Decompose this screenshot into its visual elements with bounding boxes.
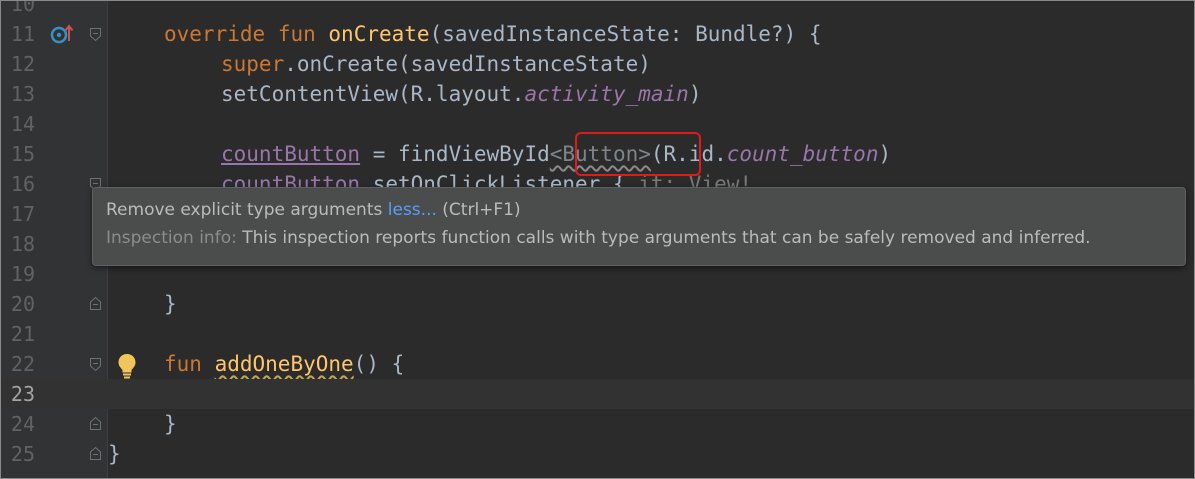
intention-bulb-icon[interactable] xyxy=(117,353,137,383)
line-number: 20 xyxy=(10,292,35,316)
line-number: 23 xyxy=(10,382,35,406)
fold-icon[interactable] xyxy=(90,358,101,371)
code-text: } xyxy=(164,412,177,436)
code-text: setContentView(R.layout.activity_main) xyxy=(221,82,702,106)
code-text: super.onCreate(savedInstanceState) xyxy=(221,52,651,76)
tooltip-info-line: Inspection info: This inspection reports… xyxy=(106,228,1091,248)
line-number: 12 xyxy=(10,52,35,76)
line-number: 25 xyxy=(10,442,35,466)
fold-icon[interactable] xyxy=(90,447,101,460)
code-text: } xyxy=(108,442,121,466)
code-text: countButton = findViewById<Button>(R.id.… xyxy=(221,142,892,166)
fold-icon[interactable] xyxy=(90,297,101,310)
line-number: 18 xyxy=(10,232,35,256)
line-number: 16 xyxy=(10,172,35,196)
code-line[interactable]: 13 setContentView(R.layout.activity_main… xyxy=(1,79,1194,109)
line-number: 14 xyxy=(10,112,35,136)
code-line[interactable]: 22 fun addOneByOne() { xyxy=(1,349,1194,379)
code-line[interactable]: 10 xyxy=(1,0,1194,19)
tooltip-info-text: This inspection reports function calls w… xyxy=(242,228,1091,248)
line-number: 11 xyxy=(10,22,35,46)
line-number: 17 xyxy=(10,202,35,226)
inspection-tooltip[interactable]: Remove explicit type arguments less... (… xyxy=(92,187,1186,266)
line-number: 10 xyxy=(10,0,35,16)
code-line[interactable]: 20 } xyxy=(1,289,1194,319)
code-text: } xyxy=(164,292,177,316)
code-line[interactable]: 24 } xyxy=(1,409,1194,439)
tooltip-action-line: Remove explicit type arguments less... (… xyxy=(106,200,521,220)
fold-icon[interactable] xyxy=(90,417,101,430)
line-number: 19 xyxy=(10,262,35,286)
line-number: 15 xyxy=(10,142,35,166)
fold-icon[interactable] xyxy=(90,28,101,41)
code-line-current[interactable]: 23 xyxy=(1,379,1194,409)
line-number: 13 xyxy=(10,82,35,106)
highlight-annotation-box xyxy=(575,132,701,176)
code-text: override fun onCreate(savedInstanceState… xyxy=(164,22,822,46)
less-link[interactable]: less... xyxy=(388,200,437,220)
line-number: 21 xyxy=(10,322,35,346)
line-number: 24 xyxy=(10,412,35,436)
tooltip-action: Remove explicit type arguments xyxy=(106,200,383,220)
code-line[interactable]: 12 super.onCreate(savedInstanceState) xyxy=(1,49,1194,79)
tooltip-shortcut: (Ctrl+F1) xyxy=(442,200,521,220)
line-number: 22 xyxy=(10,352,35,376)
code-text: fun addOneByOne() { xyxy=(164,352,405,376)
tooltip-info-label: Inspection info: xyxy=(106,228,237,248)
code-editor[interactable]: 10 11 override fun onCreate(savedInstanc… xyxy=(0,0,1195,479)
code-line[interactable]: 21 xyxy=(1,319,1194,349)
code-line[interactable]: 11 override fun onCreate(savedInstanceSt… xyxy=(1,19,1194,49)
code-line[interactable]: 25 } xyxy=(1,439,1194,469)
override-method-icon[interactable] xyxy=(50,23,76,49)
